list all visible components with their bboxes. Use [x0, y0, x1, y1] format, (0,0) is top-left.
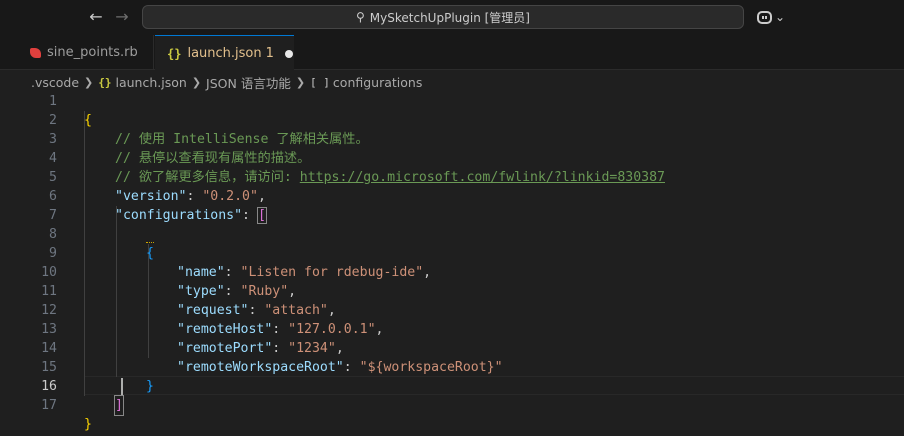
code-line-12: "remoteHost": "127.0.0.1",	[177, 322, 384, 337]
code-line-16: ]	[0, 377, 904, 416]
ruby-file-icon	[30, 47, 41, 58]
unsaved-dot-icon[interactable]	[284, 49, 293, 58]
code-line-6: "configurations": [	[115, 207, 267, 224]
json-file-icon: {}	[98, 75, 112, 89]
breadcrumb-language[interactable]: JSON 语言功能	[206, 73, 291, 92]
code-line-2: // 使用 IntelliSense 了解相关属性。	[0, 111, 904, 147]
json-file-icon: {}	[167, 46, 182, 61]
tab-sine-points[interactable]: sine_points.rb	[18, 35, 154, 70]
breadcrumb-file[interactable]: launch.json	[116, 75, 187, 90]
breadcrumb-folder[interactable]: .vscode	[31, 75, 79, 90]
code-line-9: "name": "Listen for rdebug-ide",	[177, 265, 432, 280]
chevron-down-icon: ⌄	[775, 10, 786, 24]
tab-label: sine_points.rb	[47, 45, 138, 60]
arrow-right-icon[interactable]: →	[111, 7, 133, 27]
code-line-11: "request": "attach",	[177, 303, 336, 318]
code-line-14: "remoteWorkspaceRoot": "${workspaceRoot}…	[177, 360, 503, 375]
arrow-left-icon[interactable]: ←	[85, 7, 107, 27]
chevron-right-icon: ❯	[191, 75, 202, 89]
editor-tab-bar: sine_points.rb {} launch.json 1	[0, 35, 904, 71]
search-icon: ⚲	[356, 10, 365, 24]
code-line-17: }	[0, 396, 904, 432]
code-line-4: // 欲了解更多信息，请访问: https://go.microsoft.com…	[0, 149, 904, 185]
tab-label: launch.json	[187, 46, 262, 61]
copilot-icon	[757, 10, 772, 24]
chevron-right-icon: ❯	[295, 75, 306, 89]
code-line-10: "type": "Ruby",	[177, 284, 297, 299]
code-editor[interactable]: 1 2 3 4 5 6 7 8 9 10 11 12 13 14 15 16 1…	[0, 92, 904, 436]
code-line-3: // 悬停以查看现有属性的描述。	[0, 130, 904, 166]
command-center-search[interactable]: ⚲ MySketchUpPlugin [管理员]	[142, 5, 744, 29]
code-line-5: "version": "0.2.0",	[115, 189, 266, 204]
close-brace: }	[84, 417, 92, 432]
array-icon: [ ]	[310, 75, 330, 89]
tab-launch-json[interactable]: {} launch.json 1	[155, 35, 294, 71]
breadcrumb: .vscode ❯ {} launch.json ❯ JSON 语言功能 ❯ […	[0, 71, 904, 93]
copilot-menu-button[interactable]: ⌄	[757, 8, 785, 26]
chevron-right-icon: ❯	[84, 75, 94, 89]
breadcrumb-symbol[interactable]: configurations	[333, 75, 422, 90]
code-line-15: }	[0, 358, 904, 394]
problem-count-badge: 1	[265, 46, 274, 61]
warning-squiggle	[146, 240, 154, 243]
code-line-1: {	[0, 92, 904, 128]
workspace-title: MySketchUpPlugin [管理员]	[369, 10, 530, 25]
text-cursor	[121, 378, 123, 395]
code-line-13: "remotePort": "1234",	[177, 341, 344, 356]
title-bar: ← → ⚲ MySketchUpPlugin [管理员] ⌄	[0, 0, 904, 35]
code-line-8: {	[0, 225, 904, 261]
